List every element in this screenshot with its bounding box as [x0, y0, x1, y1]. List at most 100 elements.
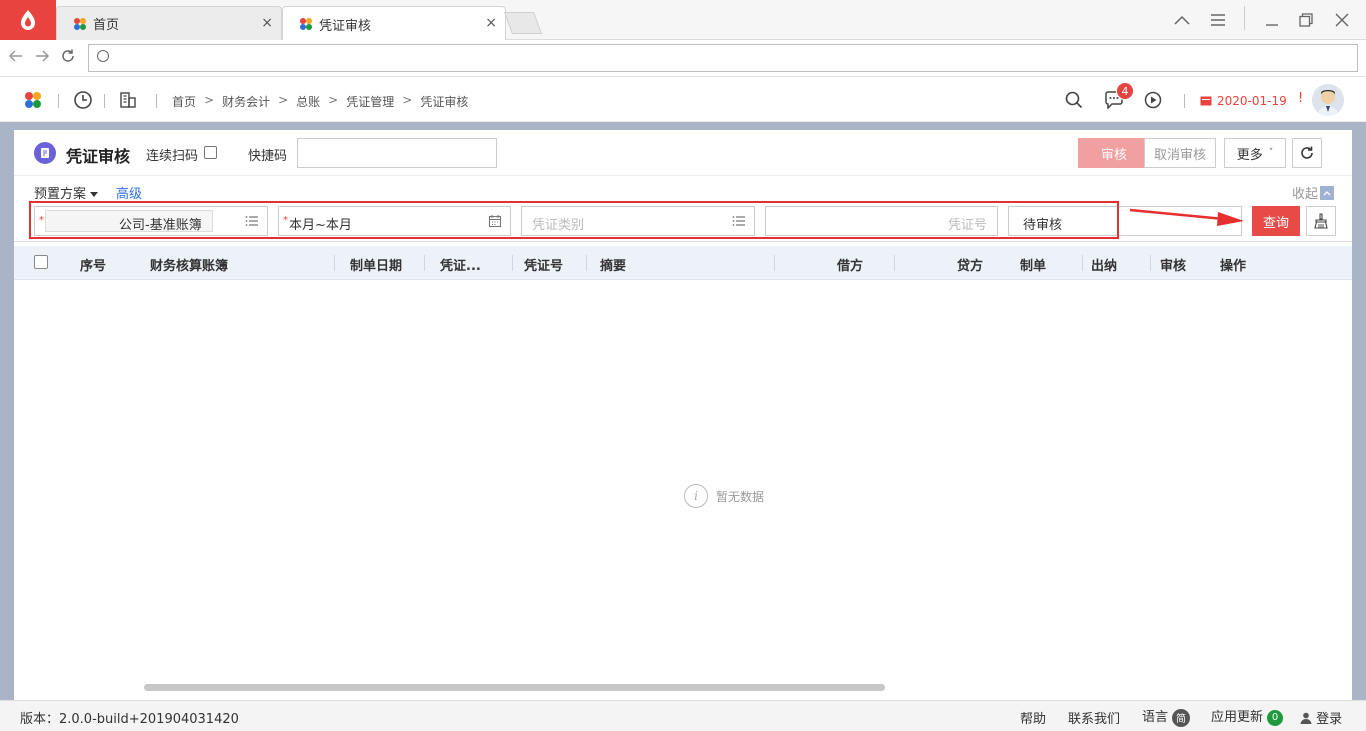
approve-button[interactable]: 审核 — [1078, 138, 1150, 168]
language-label: 语言 — [1142, 710, 1169, 725]
column-header-voucher-no[interactable]: 凭证号 — [524, 255, 563, 274]
continuous-scan-label: 连续扫码 — [146, 149, 199, 164]
column-divider[interactable] — [334, 255, 335, 271]
column-divider[interactable] — [586, 255, 587, 271]
play-icon[interactable] — [1144, 91, 1162, 113]
breadcrumb-item-current: 凭证审核 — [420, 95, 469, 109]
broom-icon — [1314, 213, 1328, 229]
login-link[interactable]: 登录 — [1300, 708, 1342, 727]
app-colorful-icon — [74, 17, 86, 30]
query-button[interactable]: 查询 — [1252, 206, 1300, 236]
breadcrumb-separator: > — [278, 93, 289, 107]
close-tab-icon[interactable]: × — [485, 15, 497, 31]
tab-label: 凭证审核 — [319, 18, 372, 34]
preset-scheme-dropdown[interactable]: 预置方案 — [34, 183, 99, 202]
breadcrumb-item-home[interactable]: 首页 — [172, 93, 196, 110]
search-icon[interactable] — [1065, 91, 1083, 113]
info-icon: i — [684, 484, 708, 508]
column-divider[interactable] — [1150, 255, 1151, 271]
horizontal-scrollbar[interactable] — [144, 684, 885, 691]
url-input[interactable] — [88, 44, 1358, 72]
skin-icon[interactable] — [1168, 6, 1196, 34]
language-switch[interactable]: 语言简 — [1142, 706, 1191, 727]
new-tab-button[interactable] — [503, 12, 543, 34]
breadcrumb: 首页 > 财务会计 > 总账 > 凭证管理 > 凭证审核 — [172, 93, 476, 110]
header-divider — [156, 94, 157, 108]
avatar[interactable] — [1312, 84, 1344, 116]
caret-down-icon — [90, 192, 99, 197]
select-all-checkbox[interactable] — [34, 255, 48, 269]
column-header-summary[interactable]: 摘要 — [600, 255, 626, 274]
close-tab-icon[interactable]: × — [261, 15, 273, 31]
reload-icon[interactable] — [60, 48, 76, 68]
tab-home[interactable]: 首页 × — [56, 6, 282, 40]
titlebar-divider — [1244, 6, 1245, 30]
column-divider[interactable] — [1082, 255, 1083, 271]
more-button[interactable]: 更多 ˅ — [1224, 138, 1286, 168]
filter-highlight-box — [29, 201, 1119, 239]
column-header-maker[interactable]: 制单 — [1020, 255, 1046, 274]
column-divider[interactable] — [512, 255, 513, 271]
app-update-label: 应用更新 — [1211, 710, 1264, 725]
column-header-auditor[interactable]: 审核 — [1160, 255, 1186, 274]
login-label: 登录 — [1316, 712, 1343, 727]
column-header-actions: 操作 — [1220, 259, 1247, 274]
continuous-scan-checkbox[interactable] — [204, 146, 217, 159]
column-header-ledger[interactable]: 财务核算账簿 — [150, 255, 228, 274]
advanced-link[interactable]: 高级 — [116, 183, 142, 202]
column-header-date[interactable]: 制单日期 — [350, 255, 402, 274]
tab-voucher-audit[interactable]: 凭证审核 × — [282, 6, 506, 41]
clear-filter-button[interactable] — [1306, 206, 1336, 236]
contact-link[interactable]: 联系我们 — [1068, 708, 1120, 727]
date-alert-icon: ! — [1298, 91, 1304, 106]
column-header-cashier[interactable]: 出纳 — [1091, 255, 1117, 274]
menu-icon[interactable] — [1204, 6, 1232, 34]
close-window-icon[interactable] — [1328, 6, 1356, 34]
breadcrumb-separator: > — [402, 93, 413, 107]
header-divider — [104, 94, 105, 108]
chevron-down-icon: ˅ — [1268, 148, 1274, 158]
column-divider[interactable] — [774, 255, 775, 271]
page-title: 凭证审核 — [66, 147, 131, 166]
refresh-icon — [1301, 146, 1313, 159]
collapse-toggle[interactable]: 收起 — [1292, 183, 1335, 202]
column-header-voucher-type[interactable]: 凭证... — [440, 255, 481, 274]
app-header: 首页 > 财务会计 > 总账 > 凭证管理 > 凭证审核 4 2020-01-1… — [0, 78, 1366, 122]
status-footer: 版本：2.0.0-build+201904031420 帮助 联系我们 语言简 … — [0, 700, 1366, 731]
empty-state: i 暂无数据 — [684, 484, 764, 508]
arrow-annotation-icon — [1129, 208, 1244, 226]
restore-icon[interactable] — [1292, 6, 1320, 34]
update-count-badge: 0 — [1267, 709, 1284, 726]
header-divider — [58, 94, 59, 108]
business-date[interactable]: 2020-01-19 — [1217, 94, 1287, 108]
forward-icon[interactable] — [34, 48, 50, 68]
app-colorful-icon — [300, 18, 312, 30]
back-icon[interactable] — [8, 48, 24, 68]
history-clock-icon[interactable] — [73, 90, 93, 114]
help-link[interactable]: 帮助 — [1020, 708, 1046, 727]
column-header-credit[interactable]: 贷方 — [957, 255, 983, 274]
organization-building-icon[interactable] — [119, 91, 137, 113]
column-header-debit[interactable]: 借方 — [837, 255, 863, 274]
browser-logo-icon[interactable] — [0, 0, 56, 40]
breadcrumb-item-finance[interactable]: 财务会计 — [222, 93, 270, 110]
breadcrumb-item-ledger[interactable]: 总账 — [296, 93, 320, 110]
language-badge: 简 — [1172, 708, 1191, 727]
column-divider[interactable] — [894, 255, 895, 271]
column-divider[interactable] — [424, 255, 425, 271]
minimize-icon[interactable] — [1258, 6, 1286, 34]
collapse-label: 收起 — [1292, 187, 1319, 202]
search-icon — [97, 50, 109, 62]
app-update-link[interactable]: 应用更新 0 — [1211, 706, 1284, 726]
refresh-button[interactable] — [1292, 138, 1322, 168]
breadcrumb-item-voucher-mgmt[interactable]: 凭证管理 — [346, 93, 394, 110]
unapprove-button[interactable]: 取消审核 — [1144, 138, 1216, 168]
quick-code-label: 快捷码 — [248, 149, 288, 164]
column-header-index[interactable]: 序号 — [80, 255, 106, 274]
browser-titlebar: 首页 × 凭证审核 × — [0, 0, 1366, 41]
quick-code-input[interactable] — [297, 138, 497, 168]
user-icon — [1300, 712, 1312, 724]
app-home-icon[interactable] — [24, 91, 42, 113]
address-bar — [0, 40, 1366, 77]
chevron-up-icon — [1320, 185, 1335, 200]
